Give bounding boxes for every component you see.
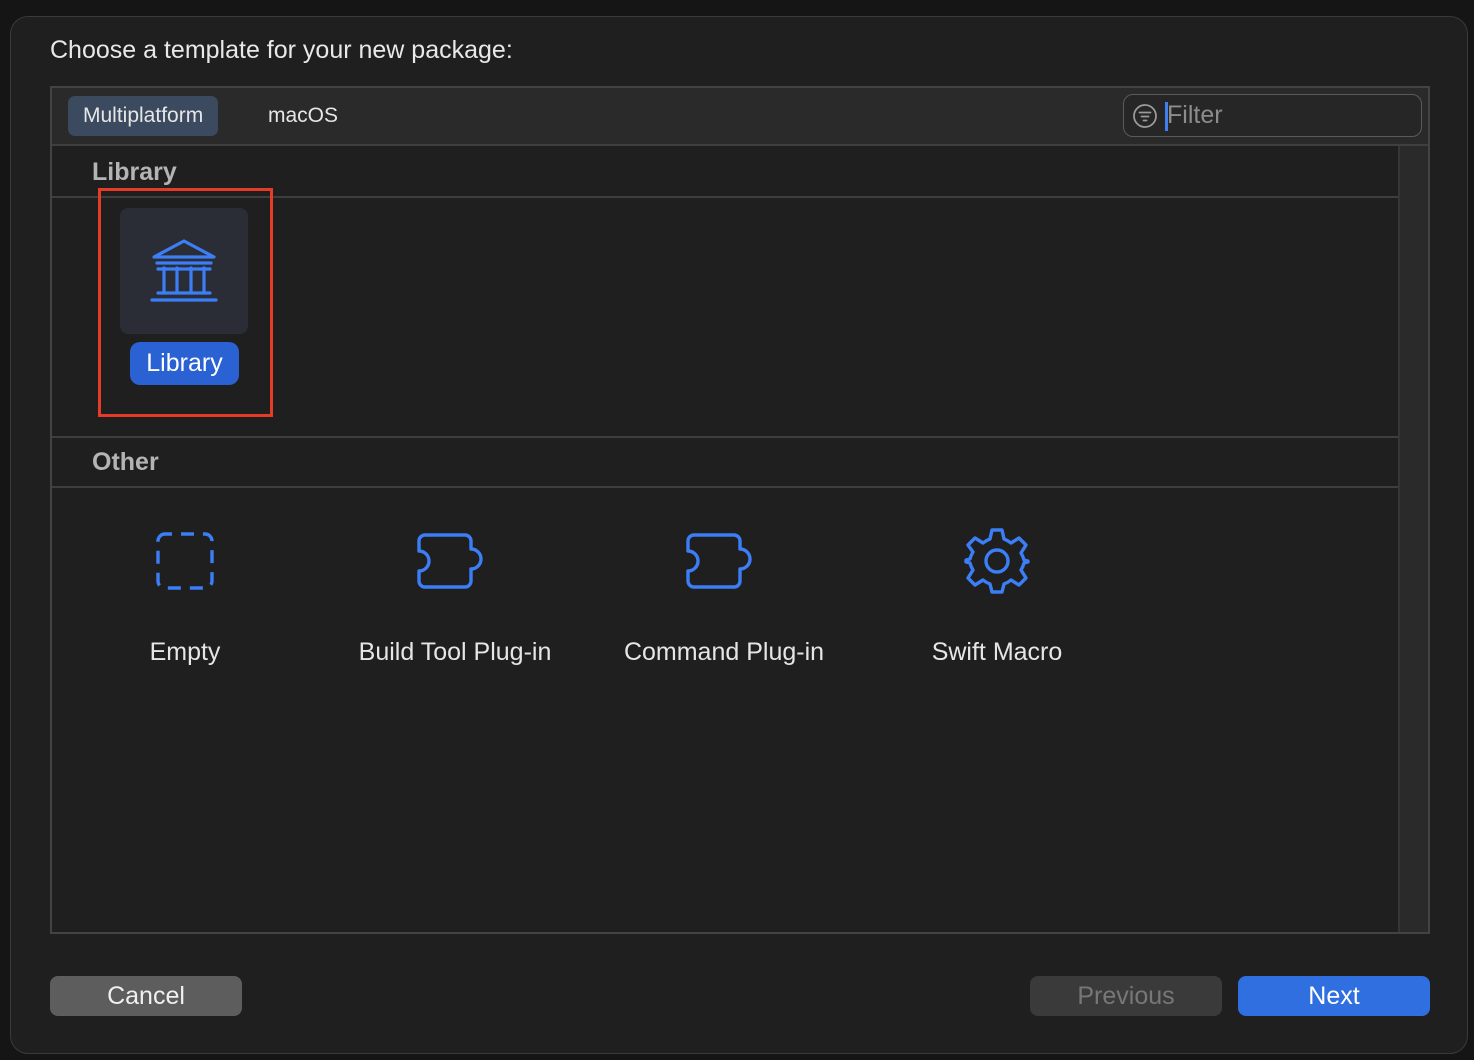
puzzle-piece-icon bbox=[686, 533, 752, 589]
previous-button[interactable]: Previous bbox=[1030, 976, 1222, 1016]
template-label: Swift Macro bbox=[931, 638, 1063, 666]
template-panel: Multiplatform macOS Library bbox=[50, 86, 1430, 934]
template-empty[interactable]: Empty bbox=[112, 518, 258, 678]
template-label: Command Plug-in bbox=[623, 638, 825, 666]
template-label: Build Tool Plug-in bbox=[358, 638, 552, 666]
section-header-library: Library bbox=[52, 148, 1398, 198]
template-command-plugin[interactable]: Command Plug-in bbox=[604, 518, 844, 678]
filter-input[interactable] bbox=[1167, 99, 1407, 132]
library-columns-icon bbox=[150, 239, 218, 302]
dialog-prompt: Choose a template for your new package: bbox=[50, 36, 513, 64]
filter-field[interactable] bbox=[1123, 94, 1422, 137]
section-title: Library bbox=[92, 158, 177, 186]
section-title: Other bbox=[92, 448, 159, 476]
section-header-other: Other bbox=[52, 436, 1398, 488]
filter-icon bbox=[1133, 104, 1157, 128]
library-icon-tile bbox=[120, 208, 248, 334]
template-toolbar: Multiplatform macOS bbox=[52, 88, 1428, 146]
cancel-button[interactable]: Cancel bbox=[50, 976, 242, 1016]
next-button[interactable]: Next bbox=[1238, 976, 1430, 1016]
template-swift-macro[interactable]: Swift Macro bbox=[902, 518, 1092, 678]
template-label: Library bbox=[130, 342, 239, 385]
tab-multiplatform[interactable]: Multiplatform bbox=[68, 96, 219, 136]
gear-icon bbox=[964, 528, 1030, 594]
template-label: Empty bbox=[149, 638, 221, 666]
template-library[interactable]: Library bbox=[120, 206, 250, 388]
dashed-square-icon bbox=[156, 532, 214, 590]
tab-macos[interactable]: macOS bbox=[253, 96, 353, 136]
vertical-scrollbar[interactable] bbox=[1398, 146, 1428, 932]
template-build-tool-plugin[interactable]: Build Tool Plug-in bbox=[335, 518, 575, 678]
puzzle-piece-icon bbox=[417, 533, 483, 589]
